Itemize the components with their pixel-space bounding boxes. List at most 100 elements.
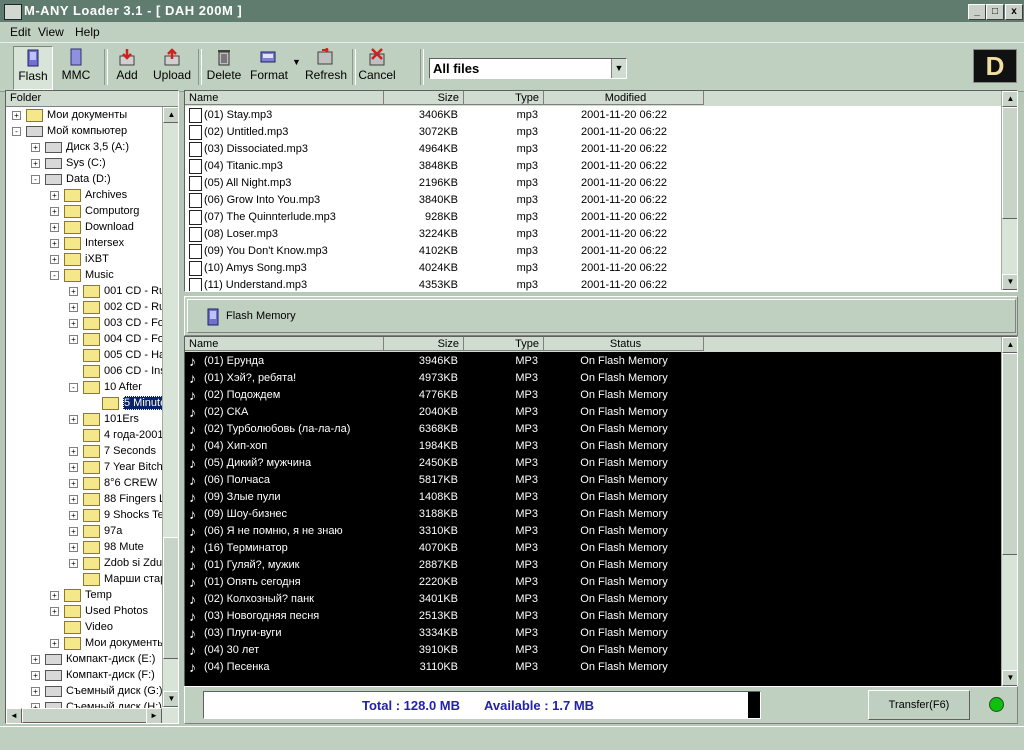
scroll-thumb[interactable]: [1002, 107, 1017, 219]
minimize-button[interactable]: _: [968, 4, 986, 20]
col-modified[interactable]: Modified: [544, 91, 704, 105]
tree-item[interactable]: + Диск 3,5 (A:): [31, 139, 129, 155]
scroll-right-icon[interactable]: ►: [146, 708, 162, 723]
expand-icon[interactable]: +: [69, 559, 78, 568]
expand-icon[interactable]: +: [50, 639, 59, 648]
file-row[interactable]: (05) All Night.mp3 2196KB mp3 2001-11-20 06…: [185, 175, 1001, 192]
collapse-icon[interactable]: -: [12, 127, 21, 136]
expand-icon[interactable]: +: [69, 543, 78, 552]
collapse-icon[interactable]: -: [69, 383, 78, 392]
tree-item[interactable]: + Temp: [50, 587, 112, 603]
cancel-button[interactable]: Cancel: [358, 46, 396, 88]
tree-item[interactable]: 4 года-2001: [69, 427, 164, 443]
expand-icon[interactable]: +: [69, 495, 78, 504]
col-size[interactable]: Size: [384, 91, 464, 105]
flash-row[interactable]: ♪ (01) Хэй?, ребята! 4973KB MP3 On Flash Mem…: [185, 370, 1001, 387]
tree-item[interactable]: +7 Year Bitch: [69, 459, 163, 475]
tree-item[interactable]: 006 CD - Ins: [69, 363, 166, 379]
expand-icon[interactable]: +: [69, 511, 78, 520]
expand-icon[interactable]: +: [50, 607, 59, 616]
file-row[interactable]: (08) Loser.mp3 3224KB mp3 2001-11-20 06:22: [185, 226, 1001, 243]
tree-item[interactable]: +7 Seconds: [69, 443, 156, 459]
file-row[interactable]: (01) Stay.mp3 3406KB mp3 2001-11-20 06:22: [185, 107, 1001, 124]
format-button[interactable]: Format: [250, 46, 288, 88]
tree-item[interactable]: + iXBT: [50, 251, 109, 267]
expand-icon[interactable]: +: [69, 287, 78, 296]
expand-icon[interactable]: +: [31, 687, 40, 696]
col-status[interactable]: Status: [544, 337, 704, 351]
tree-item[interactable]: + Компакт-диск (F:): [31, 667, 155, 683]
folder-vertical-scrollbar[interactable]: ▲ ▼: [162, 107, 178, 707]
expand-icon[interactable]: +: [69, 527, 78, 536]
tree-item[interactable]: +88 Fingers L: [69, 491, 165, 507]
flash-row[interactable]: ♪ (05) Дикий? мужчина 2450KB MP3 On Flash Me…: [185, 455, 1001, 472]
flash-row[interactable]: ♪ (03) Плуги-вуги 3334KB MP3 On Flash Memory: [185, 625, 1001, 642]
flash-button[interactable]: Flash: [13, 46, 53, 90]
maximize-button[interactable]: □: [986, 4, 1004, 20]
col-type[interactable]: Type: [464, 337, 544, 351]
tree-item[interactable]: +003 CD - Fo: [69, 315, 164, 331]
file-row[interactable]: (02) Untitled.mp3 3072KB mp3 2001-11-20 06:…: [185, 124, 1001, 141]
tree-item[interactable]: + Computorg: [50, 203, 139, 219]
expand-icon[interactable]: +: [31, 143, 40, 152]
tree-item[interactable]: + Sys (C:): [31, 155, 106, 171]
expand-icon[interactable]: +: [50, 223, 59, 232]
expand-icon[interactable]: +: [31, 159, 40, 168]
flash-memory-button[interactable]: Flash Memory: [187, 299, 1016, 333]
flash-row[interactable]: ♪ (04) Песенка 3110KB MP3 On Flash Memory: [185, 659, 1001, 676]
tree-item[interactable]: + Мои документы: [50, 635, 165, 651]
tree-item[interactable]: + Компакт-диск (E:): [31, 651, 155, 667]
expand-icon[interactable]: +: [69, 479, 78, 488]
col-name[interactable]: Name: [185, 337, 384, 351]
flash-row[interactable]: ♪ (01) Гуляй?, мужик 2887KB MP3 On Flash Mem…: [185, 557, 1001, 574]
expand-icon[interactable]: +: [69, 447, 78, 456]
scroll-up-icon[interactable]: ▲: [163, 107, 178, 123]
tree-item[interactable]: + Used Photos: [50, 603, 148, 619]
expand-icon[interactable]: +: [31, 655, 40, 664]
expand-icon[interactable]: +: [50, 255, 59, 264]
file-row[interactable]: (06) Grow Into You.mp3 3840KB mp3 2001-11-2…: [185, 192, 1001, 209]
col-type[interactable]: Type: [464, 91, 544, 105]
tree-item[interactable]: +101Ers: [69, 411, 139, 427]
flash-row[interactable]: ♪ (04) 30 лет 3910KB MP3 On Flash Memory: [185, 642, 1001, 659]
scroll-down-icon[interactable]: ▼: [163, 691, 178, 707]
flash-row[interactable]: ♪ (09) Злые пули 1408KB MP3 On Flash Memory: [185, 489, 1001, 506]
expand-icon[interactable]: +: [69, 335, 78, 344]
flash-row[interactable]: ♪ (01) Ерунда 3946KB MP3 On Flash Memory: [185, 353, 1001, 370]
tree-item[interactable]: +004 CD - Fo: [69, 331, 164, 347]
refresh-button[interactable]: Refresh: [305, 46, 347, 88]
menu-edit[interactable]: Edit: [10, 25, 31, 39]
tree-item[interactable]: + Мои документы: [12, 107, 127, 123]
flash-row[interactable]: ♪ (09) Шоу-бизнес 3188KB MP3 On Flash Memory: [185, 506, 1001, 523]
scroll-down-icon[interactable]: ▼: [1002, 274, 1017, 290]
col-size[interactable]: Size: [384, 337, 464, 351]
expand-icon[interactable]: +: [69, 303, 78, 312]
tree-item[interactable]: + Archives: [50, 187, 127, 203]
tree-item[interactable]: - Data (D:): [31, 171, 111, 187]
tree-item[interactable]: + Download: [50, 219, 134, 235]
tree-item[interactable]: +002 CD - Ru: [69, 299, 165, 315]
tree-item[interactable]: Марши стар: [69, 571, 166, 587]
flash-row[interactable]: ♪ (02) СКА 2040KB MP3 On Flash Memory: [185, 404, 1001, 421]
file-row[interactable]: (10) Amys Song.mp3 4024KB mp3 2001-11-20 06…: [185, 260, 1001, 277]
file-row[interactable]: (11) Understand.mp3 4353KB mp3 2001-11-20 0…: [185, 277, 1001, 291]
tree-item[interactable]: - Music: [50, 267, 114, 283]
expand-icon[interactable]: +: [50, 191, 59, 200]
file-row[interactable]: (03) Dissociated.mp3 4964KB mp3 2001-11-20 …: [185, 141, 1001, 158]
menu-help[interactable]: Help: [75, 25, 100, 39]
tree-item[interactable]: - Мой компьютер: [12, 123, 127, 139]
transfer-button[interactable]: Transfer(F6): [868, 690, 970, 720]
tree-item[interactable]: 5 Minute: [88, 395, 168, 411]
chevron-down-icon[interactable]: ▼: [611, 59, 626, 78]
flash-row[interactable]: ♪ (02) Турболюбовь (ла-ла-ла) 6368KB MP3 On …: [185, 421, 1001, 438]
expand-icon[interactable]: +: [31, 671, 40, 680]
close-button[interactable]: x: [1005, 4, 1023, 20]
tree-item[interactable]: +9 Shocks Te: [69, 507, 164, 523]
tree-item[interactable]: +001 CD - Ru: [69, 283, 165, 299]
tree-item[interactable]: + Zdob si Zdu: [69, 555, 162, 571]
scroll-down-icon[interactable]: ▼: [1002, 670, 1017, 686]
tree-item[interactable]: +8°6 CREW: [69, 475, 157, 491]
flash-row[interactable]: ♪ (02) Подождем 4776KB MP3 On Flash Memory: [185, 387, 1001, 404]
collapse-icon[interactable]: -: [31, 175, 40, 184]
scroll-thumb[interactable]: [163, 537, 178, 659]
